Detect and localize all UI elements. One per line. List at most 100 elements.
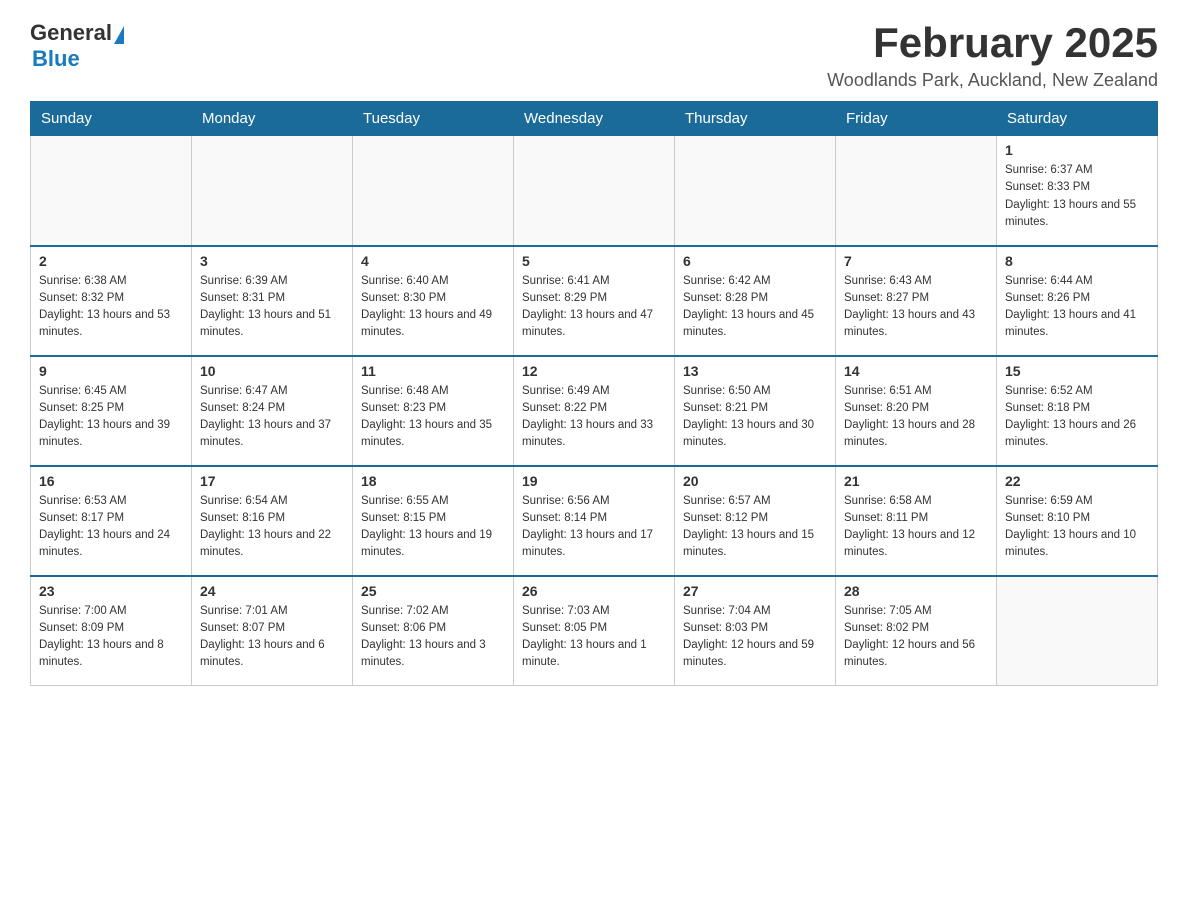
day-info: Sunrise: 6:51 AMSunset: 8:20 PMDaylight:… — [844, 383, 988, 452]
day-number: 8 — [1005, 253, 1149, 269]
day-info: Sunrise: 6:54 AMSunset: 8:16 PMDaylight:… — [200, 493, 344, 562]
day-number: 14 — [844, 363, 988, 379]
calendar-table: SundayMondayTuesdayWednesdayThursdayFrid… — [30, 101, 1158, 686]
day-number: 3 — [200, 253, 344, 269]
day-number: 6 — [683, 253, 827, 269]
day-number: 23 — [39, 583, 183, 599]
day-number: 20 — [683, 473, 827, 489]
logo-blue-text: Blue — [32, 46, 80, 71]
day-info: Sunrise: 6:45 AMSunset: 8:25 PMDaylight:… — [39, 383, 183, 452]
day-number: 16 — [39, 473, 183, 489]
day-number: 2 — [39, 253, 183, 269]
day-info: Sunrise: 6:39 AMSunset: 8:31 PMDaylight:… — [200, 273, 344, 342]
day-info: Sunrise: 6:59 AMSunset: 8:10 PMDaylight:… — [1005, 493, 1149, 562]
calendar-day-cell — [192, 136, 353, 246]
day-info: Sunrise: 7:00 AMSunset: 8:09 PMDaylight:… — [39, 603, 183, 672]
day-number: 18 — [361, 473, 505, 489]
day-number: 7 — [844, 253, 988, 269]
calendar-day-cell: 5 Sunrise: 6:41 AMSunset: 8:29 PMDaylight… — [514, 246, 675, 356]
day-number: 26 — [522, 583, 666, 599]
day-info: Sunrise: 6:50 AMSunset: 8:21 PMDaylight:… — [683, 383, 827, 452]
calendar-day-cell: 18 Sunrise: 6:55 AMSunset: 8:15 PMDayligh… — [353, 466, 514, 576]
calendar-day-cell: 19Sunrise: 6:56 AMSunset: 8:14 PMDayligh… — [514, 466, 675, 576]
calendar-day-cell: 6 Sunrise: 6:42 AMSunset: 8:28 PMDaylight… — [675, 246, 836, 356]
calendar-day-cell: 12 Sunrise: 6:49 AMSunset: 8:22 PMDayligh… — [514, 356, 675, 466]
calendar-day-cell: 23 Sunrise: 7:00 AMSunset: 8:09 PMDayligh… — [31, 576, 192, 686]
calendar-day-cell: 13 Sunrise: 6:50 AMSunset: 8:21 PMDayligh… — [675, 356, 836, 466]
day-info: Sunrise: 7:04 AMSunset: 8:03 PMDaylight:… — [683, 603, 827, 672]
day-number: 22 — [1005, 473, 1149, 489]
day-number: 15 — [1005, 363, 1149, 379]
day-number: 27 — [683, 583, 827, 599]
day-info: Sunrise: 7:05 AMSunset: 8:02 PMDaylight:… — [844, 603, 988, 672]
calendar-day-cell: 9 Sunrise: 6:45 AMSunset: 8:25 PMDaylight… — [31, 356, 192, 466]
day-number: 28 — [844, 583, 988, 599]
calendar-day-cell: 7Sunrise: 6:43 AMSunset: 8:27 PMDaylight… — [836, 246, 997, 356]
logo-triangle-icon — [114, 26, 124, 44]
calendar-day-cell: 21 Sunrise: 6:58 AMSunset: 8:11 PMDayligh… — [836, 466, 997, 576]
calendar-day-cell: 27 Sunrise: 7:04 AMSunset: 8:03 PMDayligh… — [675, 576, 836, 686]
calendar-day-cell: 16 Sunrise: 6:53 AMSunset: 8:17 PMDayligh… — [31, 466, 192, 576]
day-number: 13 — [683, 363, 827, 379]
calendar-day-cell: 10 Sunrise: 6:47 AMSunset: 8:24 PMDayligh… — [192, 356, 353, 466]
day-info: Sunrise: 7:03 AMSunset: 8:05 PMDaylight:… — [522, 603, 666, 672]
day-info: Sunrise: 6:47 AMSunset: 8:24 PMDaylight:… — [200, 383, 344, 452]
weekday-header-row: SundayMondayTuesdayWednesdayThursdayFrid… — [31, 102, 1158, 136]
calendar-day-cell — [675, 136, 836, 246]
calendar-day-cell: 3 Sunrise: 6:39 AMSunset: 8:31 PMDaylight… — [192, 246, 353, 356]
weekday-header-thursday: Thursday — [675, 102, 836, 136]
day-number: 17 — [200, 473, 344, 489]
day-info: Sunrise: 6:55 AMSunset: 8:15 PMDaylight:… — [361, 493, 505, 562]
calendar-week-row: 16 Sunrise: 6:53 AMSunset: 8:17 PMDayligh… — [31, 466, 1158, 576]
day-number: 4 — [361, 253, 505, 269]
weekday-header-tuesday: Tuesday — [353, 102, 514, 136]
page-header: General Blue February 2025 Woodlands Par… — [30, 20, 1158, 91]
day-number: 19 — [522, 473, 666, 489]
day-info: Sunrise: 7:02 AMSunset: 8:06 PMDaylight:… — [361, 603, 505, 672]
calendar-week-row: 1 Sunrise: 6:37 AMSunset: 8:33 PMDaylight… — [31, 136, 1158, 246]
day-number: 25 — [361, 583, 505, 599]
calendar-day-cell: 8 Sunrise: 6:44 AMSunset: 8:26 PMDaylight… — [997, 246, 1158, 356]
day-number: 21 — [844, 473, 988, 489]
calendar-day-cell: 26 Sunrise: 7:03 AMSunset: 8:05 PMDayligh… — [514, 576, 675, 686]
day-info: Sunrise: 6:41 AMSunset: 8:29 PMDaylight:… — [522, 273, 666, 342]
weekday-header-saturday: Saturday — [997, 102, 1158, 136]
day-number: 24 — [200, 583, 344, 599]
day-number: 1 — [1005, 142, 1149, 158]
calendar-day-cell: 14 Sunrise: 6:51 AMSunset: 8:20 PMDayligh… — [836, 356, 997, 466]
day-info: Sunrise: 6:52 AMSunset: 8:18 PMDaylight:… — [1005, 383, 1149, 452]
calendar-day-cell — [836, 136, 997, 246]
calendar-day-cell — [514, 136, 675, 246]
title-section: February 2025 Woodlands Park, Auckland, … — [827, 20, 1158, 91]
day-info: Sunrise: 6:38 AMSunset: 8:32 PMDaylight:… — [39, 273, 183, 342]
calendar-day-cell: 24Sunrise: 7:01 AMSunset: 8:07 PMDayligh… — [192, 576, 353, 686]
calendar-day-cell — [31, 136, 192, 246]
logo: General Blue — [30, 20, 126, 72]
day-info: Sunrise: 6:42 AMSunset: 8:28 PMDaylight:… — [683, 273, 827, 342]
day-info: Sunrise: 6:58 AMSunset: 8:11 PMDaylight:… — [844, 493, 988, 562]
day-info: Sunrise: 6:37 AMSunset: 8:33 PMDaylight:… — [1005, 162, 1149, 231]
calendar-week-row: 9 Sunrise: 6:45 AMSunset: 8:25 PMDaylight… — [31, 356, 1158, 466]
day-info: Sunrise: 6:53 AMSunset: 8:17 PMDaylight:… — [39, 493, 183, 562]
weekday-header-sunday: Sunday — [31, 102, 192, 136]
day-info: Sunrise: 6:49 AMSunset: 8:22 PMDaylight:… — [522, 383, 666, 452]
calendar-day-cell: 28 Sunrise: 7:05 AMSunset: 8:02 PMDayligh… — [836, 576, 997, 686]
calendar-day-cell: 15 Sunrise: 6:52 AMSunset: 8:18 PMDayligh… — [997, 356, 1158, 466]
calendar-day-cell — [997, 576, 1158, 686]
calendar-week-row: 23 Sunrise: 7:00 AMSunset: 8:09 PMDayligh… — [31, 576, 1158, 686]
day-number: 9 — [39, 363, 183, 379]
location-subtitle: Woodlands Park, Auckland, New Zealand — [827, 70, 1158, 91]
calendar-day-cell: 4Sunrise: 6:40 AMSunset: 8:30 PMDaylight… — [353, 246, 514, 356]
logo-general-text: General — [30, 20, 112, 46]
day-info: Sunrise: 6:44 AMSunset: 8:26 PMDaylight:… — [1005, 273, 1149, 342]
calendar-title: February 2025 — [827, 20, 1158, 66]
day-number: 10 — [200, 363, 344, 379]
calendar-day-cell: 2 Sunrise: 6:38 AMSunset: 8:32 PMDaylight… — [31, 246, 192, 356]
day-info: Sunrise: 6:48 AMSunset: 8:23 PMDaylight:… — [361, 383, 505, 452]
day-number: 5 — [522, 253, 666, 269]
calendar-day-cell: 1 Sunrise: 6:37 AMSunset: 8:33 PMDaylight… — [997, 136, 1158, 246]
day-number: 12 — [522, 363, 666, 379]
calendar-day-cell: 22 Sunrise: 6:59 AMSunset: 8:10 PMDayligh… — [997, 466, 1158, 576]
calendar-day-cell: 25 Sunrise: 7:02 AMSunset: 8:06 PMDayligh… — [353, 576, 514, 686]
calendar-day-cell: 11Sunrise: 6:48 AMSunset: 8:23 PMDayligh… — [353, 356, 514, 466]
